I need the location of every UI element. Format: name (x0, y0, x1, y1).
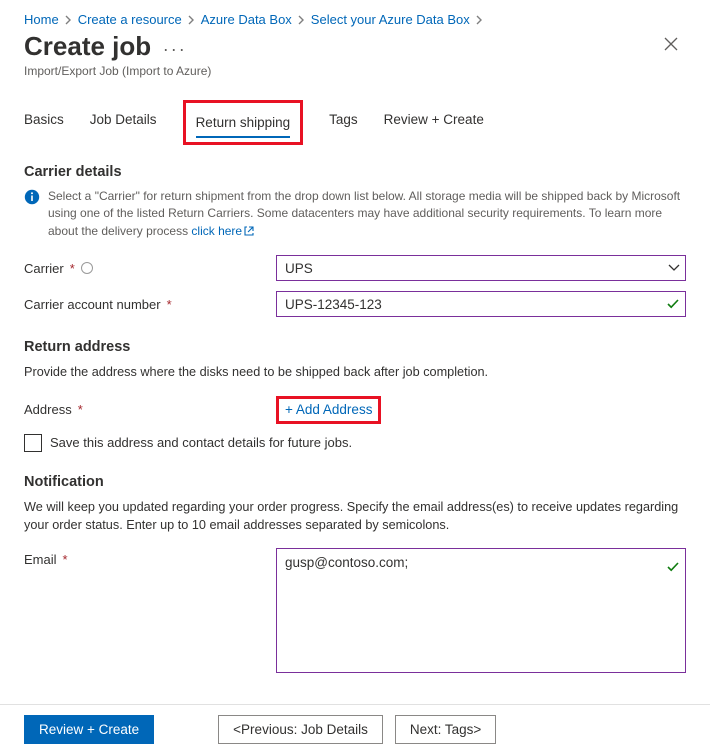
valid-check-icon (666, 297, 680, 311)
carrier-select-value: UPS (276, 255, 686, 281)
required-icon: * (63, 552, 68, 567)
page-title: Create job (24, 31, 151, 61)
tab-basics[interactable]: Basics (24, 106, 64, 141)
notification-desc: We will keep you updated regarding your … (24, 498, 686, 535)
review-create-button[interactable]: Review + Create (24, 715, 154, 744)
return-address-heading: Return address (24, 339, 686, 355)
chevron-down-icon (668, 264, 680, 272)
chevron-right-icon (188, 15, 195, 25)
external-link-icon (244, 224, 254, 241)
carrier-label: Carrier (24, 261, 64, 276)
tab-tags[interactable]: Tags (329, 106, 358, 141)
carrier-details-heading: Carrier details (24, 164, 686, 180)
next-button[interactable]: Next: Tags> (395, 715, 496, 744)
previous-button[interactable]: <Previous: Job Details (218, 715, 383, 744)
footer-bar: Review + Create <Previous: Job Details N… (0, 704, 710, 754)
return-address-desc: Provide the address where the disks need… (24, 363, 686, 381)
valid-check-icon (666, 560, 680, 574)
carrier-info: Select a "Carrier" for return shipment f… (24, 188, 686, 241)
carrier-info-text: Select a "Carrier" for return shipment f… (48, 189, 680, 238)
required-icon: * (78, 402, 83, 417)
email-label: Email (24, 552, 57, 567)
save-address-checkbox[interactable] (24, 434, 42, 452)
delivery-info-link[interactable]: click here (191, 224, 254, 238)
info-icon (24, 189, 40, 205)
help-icon[interactable] (81, 262, 93, 274)
carrier-account-input[interactable] (276, 291, 686, 317)
carrier-select[interactable]: UPS (276, 255, 686, 281)
breadcrumb: Home Create a resource Azure Data Box Se… (24, 12, 686, 27)
tab-review-create[interactable]: Review + Create (384, 106, 484, 141)
chevron-right-icon (298, 15, 305, 25)
save-address-label: Save this address and contact details fo… (50, 435, 352, 450)
breadcrumb-select-data-box[interactable]: Select your Azure Data Box (311, 12, 470, 27)
breadcrumb-home[interactable]: Home (24, 12, 59, 27)
chevron-right-icon (65, 15, 72, 25)
tab-bar: Basics Job Details Return shipping Tags … (24, 106, 686, 142)
notification-heading: Notification (24, 474, 686, 490)
chevron-right-icon (476, 15, 483, 25)
more-actions-icon[interactable]: ··· (163, 39, 187, 59)
required-icon: * (70, 261, 75, 276)
carrier-account-label: Carrier account number (24, 297, 161, 312)
email-input[interactable] (276, 548, 686, 673)
breadcrumb-azure-data-box[interactable]: Azure Data Box (201, 12, 292, 27)
close-button[interactable] (656, 31, 686, 60)
page-subtitle: Import/Export Job (Import to Azure) (24, 64, 211, 78)
tab-job-details[interactable]: Job Details (90, 106, 157, 141)
breadcrumb-create-resource[interactable]: Create a resource (78, 12, 182, 27)
close-icon (664, 37, 678, 51)
required-icon: * (167, 297, 172, 312)
tab-return-shipping[interactable]: Return shipping (196, 109, 291, 138)
address-label: Address (24, 402, 72, 417)
add-address-link[interactable]: + Add Address (285, 402, 372, 417)
